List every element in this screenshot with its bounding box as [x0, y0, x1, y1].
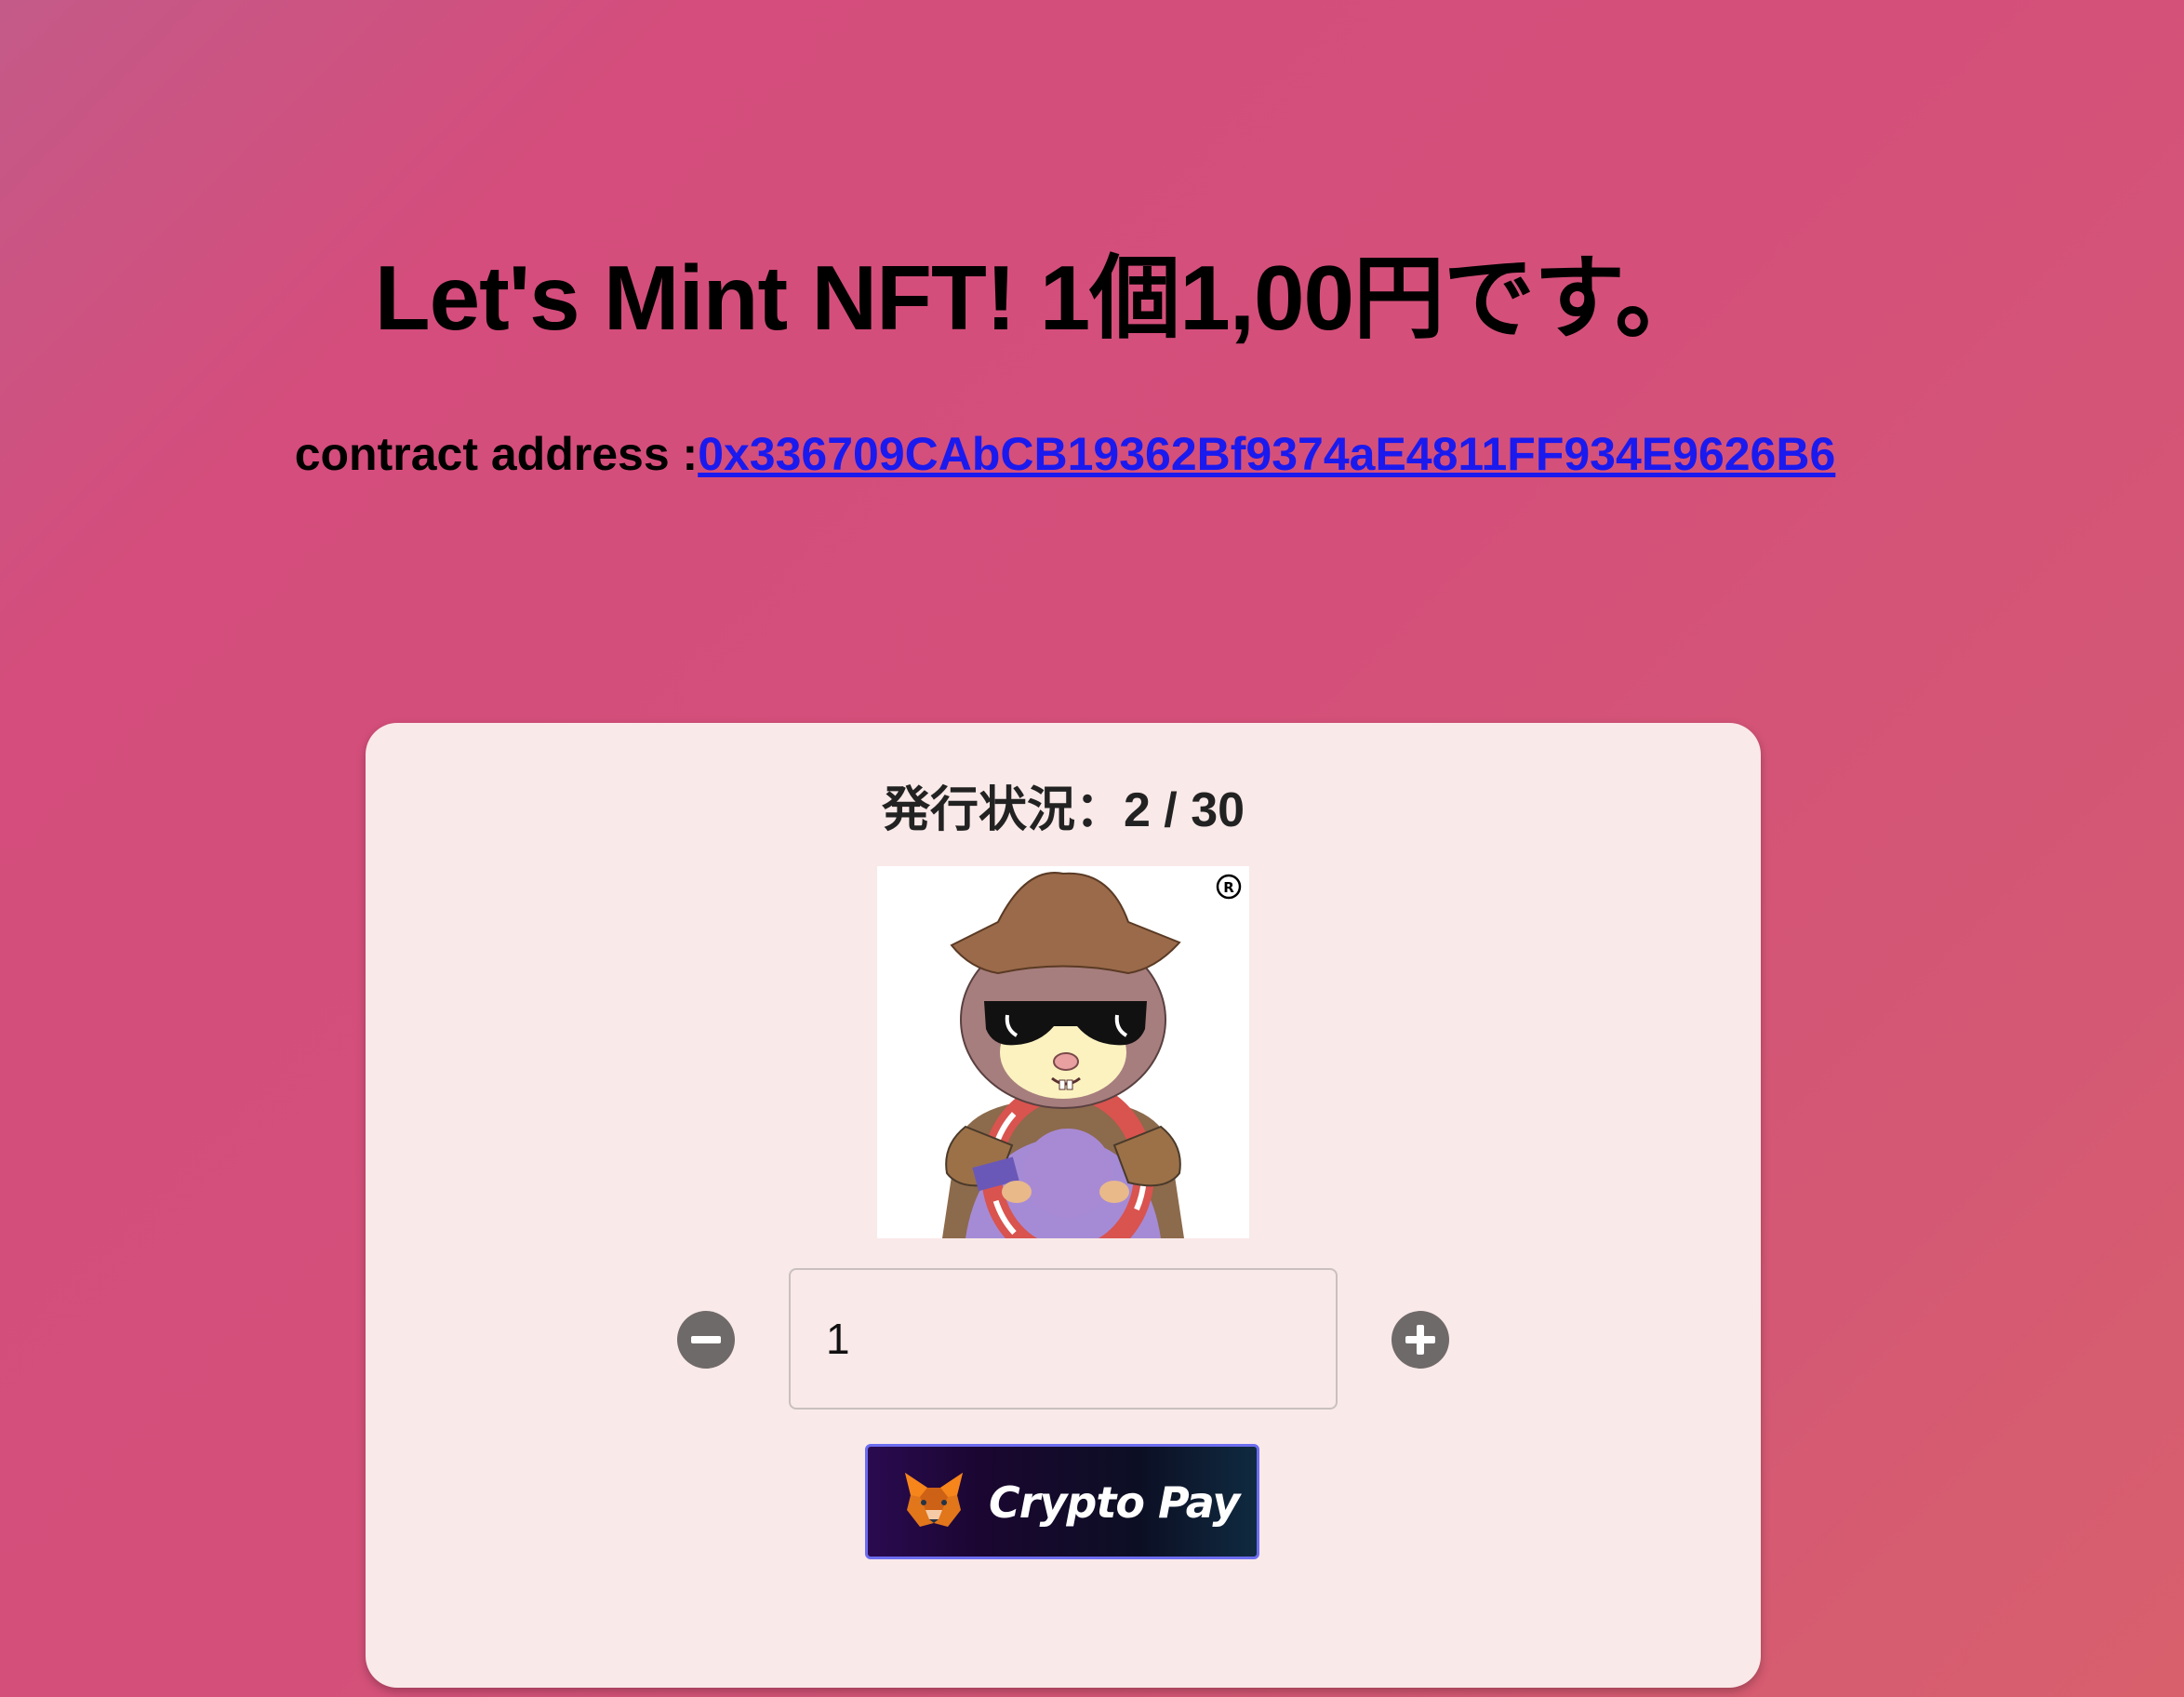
decrement-button[interactable] — [677, 1311, 735, 1369]
crypto-pay-button[interactable]: Crypto Pay — [865, 1444, 1259, 1559]
crypto-pay-label: Crypto Pay — [989, 1477, 1240, 1528]
page-title: Let's Mint NFT! 1個1,00円です。 — [374, 247, 1706, 349]
mint-card: 発行状況：2 / 30 R 1 Crypto Pay — [366, 723, 1761, 1688]
minus-circle-icon — [691, 1336, 721, 1343]
svg-text:R: R — [1223, 879, 1234, 896]
contract-address-link[interactable]: 0x336709CAbCB19362Bf9374aE4811FF934E9626… — [698, 428, 1835, 480]
contract-address-label: contract address : — [294, 428, 699, 480]
contract-address-line: contract address :0x336709CAbCB19362Bf93… — [0, 426, 2130, 482]
mint-status: 発行状況：2 / 30 — [881, 783, 1245, 837]
increment-button[interactable] — [1392, 1311, 1449, 1369]
quantity-input[interactable] — [789, 1268, 1338, 1410]
hamster-nft-illustration: R — [942, 872, 1242, 1238]
nft-image: R — [877, 866, 1249, 1238]
metamask-fox-icon — [905, 1473, 963, 1527]
